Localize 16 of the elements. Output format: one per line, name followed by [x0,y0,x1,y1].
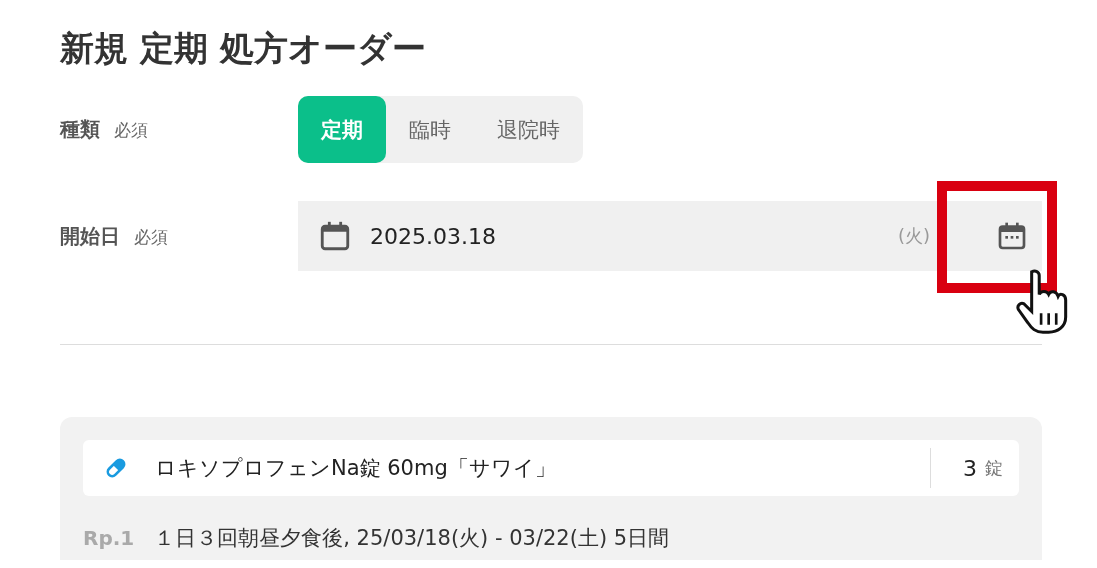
weekday-label: (火) [897,224,930,248]
required-label: 必須 [134,225,168,249]
field-label: 種類 [60,116,100,143]
drug-name: ロキソプロフェンNa錠 60mg「サワイ」 [155,455,557,482]
page-title: 新規 定期 処方オーダー [60,27,427,70]
required-label: 必須 [114,119,148,142]
field-label: 開始日 [60,222,120,250]
calendar-icon [318,219,352,253]
rp-label: Rp.1 [83,526,135,550]
calendar-icon[interactable] [996,220,1028,252]
unit-label: 錠 [985,456,1003,480]
date-field[interactable]: 2025.03.18 (火) [298,201,1042,271]
usage-text: １日３回朝昼夕食後, 25/03/18(火) - 03/22(土) 5日間 [154,525,670,552]
segment-tab[interactable]: 退院時 [474,96,583,163]
quantity: 3 [963,455,977,481]
segment-tab[interactable]: 臨時 [386,96,474,163]
